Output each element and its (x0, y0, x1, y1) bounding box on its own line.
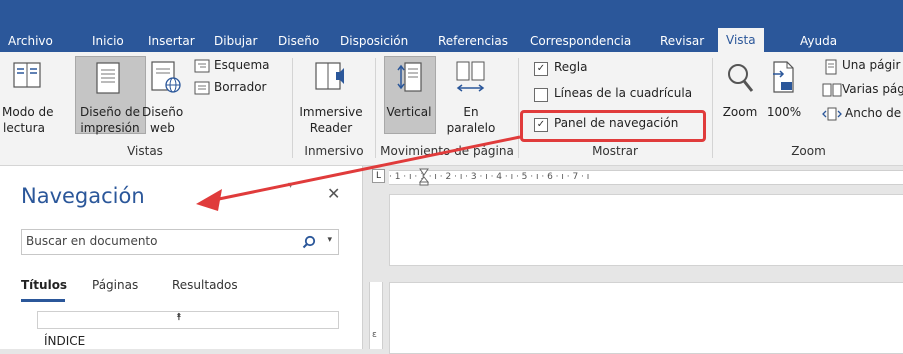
group-label-mostrar: Mostrar (592, 144, 638, 158)
en-paralelo-label-2: paralelo (446, 121, 496, 135)
en-paralelo-label-1: En (463, 105, 479, 119)
regla-label: Regla (554, 60, 588, 74)
search-input[interactable]: Buscar en documento ▾ (21, 229, 339, 255)
zoom-100-label: 100% (766, 105, 802, 119)
tab-ayuda[interactable]: Ayuda (800, 30, 837, 52)
immersive-label-1: Immersive (299, 105, 363, 119)
indent-marker-icon[interactable] (419, 168, 429, 186)
lineas-check-icon[interactable] (534, 88, 548, 102)
vertical-button[interactable] (384, 56, 436, 134)
ribbon-vista: Modo de lectura Diseño de impresión Dise… (0, 52, 903, 166)
outline-icon (194, 59, 210, 73)
tab-titulos[interactable]: Títulos (21, 278, 67, 292)
tab-paginas[interactable]: Páginas (92, 278, 138, 292)
tab-correspondencia[interactable]: Correspondencia (530, 30, 631, 52)
annotation-highlight-box (520, 110, 706, 142)
group-label-movimiento: Movimiento de página (380, 144, 514, 158)
horizontal-ruler[interactable]: · 1 · ı · 1 · ı · 2 · ı · 3 · ı · 4 · ı … (389, 170, 903, 185)
diseno-impresion-label-1: Diseño de (80, 105, 140, 119)
tab-inicio[interactable]: Inicio (92, 30, 124, 52)
immersive-label-2: Reader (309, 121, 353, 135)
group-separator (375, 58, 376, 158)
tab-disposicion[interactable]: Disposición (340, 30, 408, 52)
una-pagina-label: Una págir (842, 58, 901, 72)
pane-options-icon[interactable]: ▾ (288, 180, 293, 191)
varias-paginas-label: Varias pág (842, 82, 903, 96)
modo-lectura-label-2: lectura (3, 121, 45, 135)
tab-vista[interactable]: Vista (718, 28, 764, 52)
tab-revisar[interactable]: Revisar (660, 30, 704, 52)
close-icon[interactable]: ✕ (327, 184, 340, 203)
document-page[interactable] (389, 194, 903, 266)
chevron-down-icon[interactable]: ▾ (327, 235, 332, 245)
diseno-impresion-label-2: impresión (80, 121, 140, 135)
collapse-all-icon[interactable]: ⯭ (176, 312, 182, 323)
one-page-icon (825, 59, 837, 75)
heading-collapse-bar[interactable] (37, 311, 339, 329)
ribbon-tab-bar: Archivo Inicio Insertar Dibujar Diseño D… (0, 0, 903, 52)
navigation-pane: Navegación ▾ ✕ Buscar en documento ▾ Tít… (0, 166, 363, 349)
modo-lectura-label-1: Modo de (2, 105, 54, 119)
tab-referencias[interactable]: Referencias (438, 30, 508, 52)
print-layout-icon (96, 62, 120, 94)
zoom-100-icon (773, 61, 794, 93)
vertical-ruler-mark: ε (372, 330, 377, 340)
document-area: L · 1 · ı · 1 · ı · 2 · ı · 3 · ı · 4 · … (363, 166, 903, 354)
group-label-zoom: Zoom (791, 144, 826, 158)
lineas-label: Líneas de la cuadrícula (554, 86, 693, 100)
tab-selector[interactable]: L (372, 169, 385, 183)
book-icon (13, 62, 41, 88)
immersive-reader-icon (315, 62, 344, 90)
vertical-scroll-icon (397, 62, 422, 92)
search-icon[interactable] (302, 235, 316, 249)
ancho-pagina-label: Ancho de (845, 106, 902, 120)
group-separator (518, 58, 519, 158)
page-width-icon (822, 107, 842, 121)
tab-insertar[interactable]: Insertar (148, 30, 195, 52)
draft-icon (194, 81, 210, 95)
tab-diseno[interactable]: Diseño (278, 30, 319, 52)
esquema-label: Esquema (214, 58, 270, 72)
group-separator (292, 58, 293, 158)
navigation-title: Navegación (21, 184, 145, 208)
diseno-web-label-1: Diseño (142, 105, 184, 119)
diseno-web-label-2: web (150, 121, 175, 135)
tab-resultados[interactable]: Resultados (172, 278, 238, 292)
vertical-label: Vertical (386, 105, 432, 119)
side-by-side-icon (456, 61, 485, 92)
vertical-ruler[interactable]: ε (369, 282, 383, 349)
multiple-pages-icon (822, 83, 842, 97)
regla-check-icon[interactable]: ✓ (534, 62, 548, 76)
group-separator (712, 58, 713, 158)
group-label-inmersivo: Inmersivo (304, 144, 364, 158)
tab-archivo[interactable]: Archivo (8, 30, 53, 52)
tab-dibujar[interactable]: Dibujar (214, 30, 257, 52)
group-label-vistas: Vistas (127, 144, 163, 158)
zoom-label: Zoom (722, 105, 758, 119)
search-placeholder: Buscar en documento (26, 234, 158, 248)
heading-item-indice[interactable]: ÍNDICE (44, 334, 85, 348)
borrador-label: Borrador (214, 80, 267, 94)
web-layout-icon (151, 61, 181, 93)
active-tab-indicator (21, 299, 65, 302)
magnifier-icon (728, 64, 754, 92)
document-page-body[interactable] (389, 282, 903, 354)
